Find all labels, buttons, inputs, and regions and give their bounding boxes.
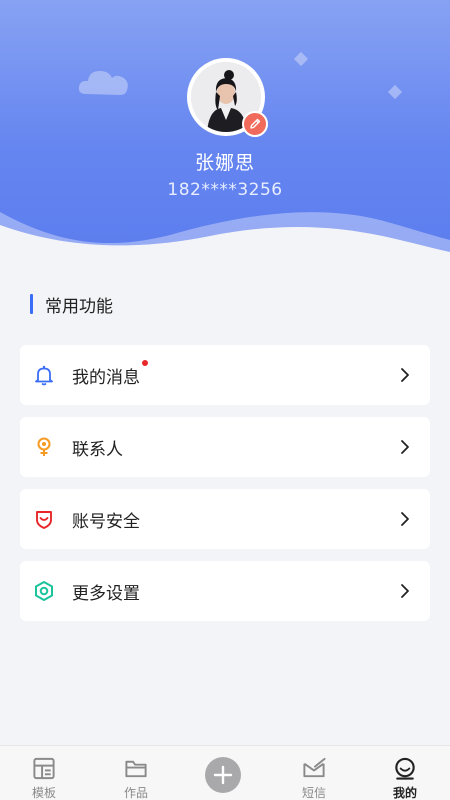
- menu-item-account-security[interactable]: 账号安全: [20, 489, 430, 549]
- menu-item-messages[interactable]: 我的消息: [20, 345, 430, 405]
- user-phone: 182****3256: [167, 180, 283, 200]
- section-title: 常用功能: [30, 293, 113, 317]
- bottom-tab-bar: 模板 作品 短信 我的: [0, 745, 450, 800]
- folder-icon: [125, 760, 147, 778]
- tab-template-label: 模板: [31, 786, 56, 800]
- tab-sms-label: 短信: [301, 786, 326, 800]
- plus-icon: [213, 765, 233, 785]
- tab-works[interactable]: 作品: [106, 746, 166, 800]
- wave-decoration: [0, 212, 450, 270]
- cloud-icon: [78, 71, 128, 95]
- menu-item-label: 我的消息: [72, 359, 148, 388]
- contacts-label: 联系人: [72, 439, 123, 460]
- shield-icon: [32, 507, 56, 531]
- account-security-label: 账号安全: [72, 511, 140, 532]
- tab-mine[interactable]: 我的: [375, 746, 435, 800]
- messages-label: 我的消息: [72, 367, 140, 388]
- contact-icon: [32, 435, 56, 459]
- section-title-text: 常用功能: [45, 296, 113, 317]
- bell-icon: [32, 363, 56, 387]
- edit-avatar-button[interactable]: [242, 111, 268, 137]
- tab-mine-label: 我的: [392, 786, 417, 800]
- chevron-right-icon: [401, 368, 409, 382]
- message-icon: [303, 757, 326, 778]
- template-icon: [33, 757, 55, 780]
- create-button[interactable]: [205, 757, 241, 793]
- tab-template[interactable]: 模板: [14, 746, 74, 800]
- user-name: 张娜思: [194, 152, 255, 174]
- tab-works-label: 作品: [123, 786, 148, 800]
- settings-icon: [32, 579, 56, 603]
- profile-header: 张娜思 182****3256: [0, 0, 450, 270]
- pencil-icon: [250, 118, 261, 129]
- section-accent-bar: [30, 294, 33, 314]
- more-settings-label: 更多设置: [72, 583, 140, 604]
- unread-dot: [142, 359, 148, 366]
- profile-icon: [395, 757, 415, 780]
- menu-item-more-settings[interactable]: 更多设置: [20, 561, 430, 621]
- chevron-right-icon: [401, 512, 409, 526]
- tab-sms[interactable]: 短信: [284, 746, 344, 800]
- chevron-right-icon: [401, 584, 409, 598]
- chevron-right-icon: [401, 440, 409, 454]
- menu-item-contacts[interactable]: 联系人: [20, 417, 430, 477]
